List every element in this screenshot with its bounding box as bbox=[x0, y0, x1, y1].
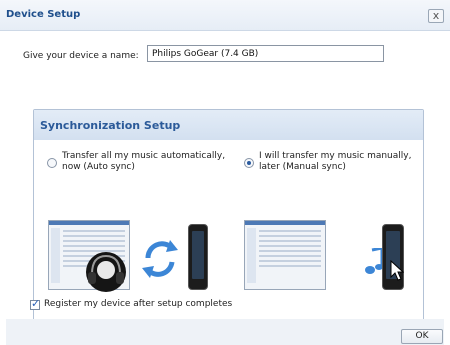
manual-sync-illustration bbox=[244, 220, 414, 300]
manual-sync-label[interactable]: I will transfer my music manually, later… bbox=[259, 151, 411, 173]
music-library-screen-icon bbox=[244, 220, 326, 290]
register-device-checkbox[interactable] bbox=[30, 297, 40, 310]
device-setup-dialog: Device Setup x Give your device a name: … bbox=[0, 0, 450, 345]
device-name-label: Give your device a name: bbox=[23, 51, 139, 61]
dialog-footer bbox=[6, 319, 444, 345]
auto-sync-radio[interactable] bbox=[47, 158, 57, 168]
auto-sync-label[interactable]: Transfer all my music automatically, now… bbox=[62, 151, 225, 173]
sync-setup-header: Synchronization Setup bbox=[34, 110, 423, 140]
register-device-label[interactable]: Register my device after setup completes bbox=[44, 299, 232, 309]
device-name-input[interactable] bbox=[147, 45, 384, 62]
dialog-title: Device Setup bbox=[6, 9, 81, 20]
manual-sync-radio[interactable] bbox=[244, 158, 254, 168]
mouse-cursor-icon bbox=[390, 260, 404, 281]
close-button[interactable]: x bbox=[428, 9, 444, 23]
auto-sync-label-line1: Transfer all my music automatically, bbox=[62, 151, 226, 161]
ok-button[interactable]: OK bbox=[401, 329, 443, 344]
title-bar[interactable]: Device Setup x bbox=[0, 0, 450, 31]
close-icon: x bbox=[432, 9, 440, 22]
sync-setup-title: Synchronization Setup bbox=[40, 119, 181, 132]
manual-sync-label-line1: I will transfer my music manually, bbox=[259, 151, 412, 161]
manual-sync-label-line2: later (Manual sync) bbox=[259, 162, 346, 172]
headphones-icon bbox=[86, 252, 126, 292]
dialog-body: Give your device a name: Synchronization… bbox=[6, 31, 444, 345]
music-note-icon bbox=[365, 248, 384, 274]
sync-setup-panel: Synchronization Setup Transfer all my mu… bbox=[33, 109, 424, 323]
auto-sync-illustration bbox=[48, 220, 218, 300]
sync-arrows-icon bbox=[142, 240, 178, 278]
mp3-player-icon bbox=[188, 224, 208, 290]
auto-sync-label-line2: now (Auto sync) bbox=[62, 162, 135, 172]
